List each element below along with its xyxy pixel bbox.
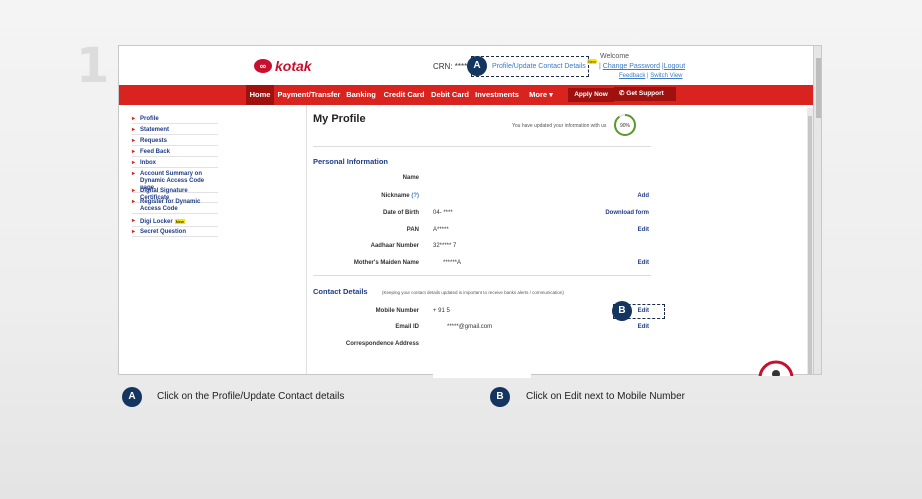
content-scrollbar-thumb[interactable]	[808, 116, 812, 374]
legend-text-b: Click on Edit next to Mobile Number	[526, 391, 685, 402]
personal-info-heading: Personal Information	[313, 157, 389, 166]
sidebar-item-inbox[interactable]: Inbox	[132, 160, 218, 168]
nav-credit-card[interactable]: Credit Card	[382, 85, 426, 105]
mmn-edit-link[interactable]: Edit	[569, 260, 649, 266]
site-header: ∞ kotak CRN: ***** Profile/Update Contac…	[119, 46, 813, 85]
phone-icon: ✆	[619, 90, 625, 97]
page-title: My Profile	[313, 113, 366, 125]
sidebar-item-requests[interactable]: Requests	[132, 138, 218, 146]
sidebar-item-feedback[interactable]: Feed Back	[132, 149, 218, 157]
email-value: *****@gmail.com	[447, 324, 493, 330]
kotak-logo-icon: ∞	[254, 59, 272, 73]
nav-home[interactable]: Home	[246, 85, 274, 105]
crn-label: CRN: *****	[433, 62, 471, 71]
get-support-label: Get Support	[626, 90, 664, 97]
nickname-help-icon[interactable]: (?)	[411, 193, 419, 199]
divider	[313, 146, 651, 147]
divider	[313, 275, 651, 276]
logout-link[interactable]: Logout	[664, 63, 685, 70]
account-links: | Change Password |Logout	[599, 63, 686, 70]
nickname-label-text: Nickname	[381, 193, 410, 199]
legend-badge-a: A	[122, 387, 142, 407]
get-support-button[interactable]: ✆ Get Support	[614, 87, 676, 101]
sidebar-item-profile[interactable]: Profile	[132, 116, 218, 124]
frame-gap	[433, 372, 531, 378]
legend-badge-b: B	[490, 387, 510, 407]
correspondence-address-label: Correspondence Address	[345, 341, 419, 347]
legend-text-a: Click on the Profile/Update Contact deta…	[157, 391, 345, 402]
nickname-add-link[interactable]: Add	[569, 193, 649, 199]
email-edit-link[interactable]: Edit	[569, 324, 649, 330]
profile-completion-gauge: 90%	[614, 114, 636, 136]
mobile-number-label: Mobile Number	[375, 308, 419, 314]
nav-investments[interactable]: Investments	[474, 85, 520, 105]
nav-more[interactable]: More ▾	[524, 85, 558, 105]
progress-percent: 90%	[620, 123, 631, 129]
callout-badge-a: A	[467, 56, 487, 76]
step-number: 1	[76, 38, 110, 94]
switch-view-link[interactable]: Switch View	[650, 73, 682, 79]
pan-label: PAN	[406, 227, 419, 233]
sidebar-item-statement[interactable]: Statement	[132, 127, 218, 135]
new-badge: New	[174, 219, 185, 224]
kotak-logo[interactable]: ∞ kotak	[254, 58, 312, 74]
dob-label: Date of Birth	[383, 210, 419, 216]
browser-screenshot: ∞ kotak CRN: ***** Profile/Update Contac…	[118, 45, 822, 375]
mothers-maiden-name-value: ******A	[443, 260, 462, 266]
email-label: Email ID	[395, 324, 419, 330]
contact-details-note: (Keeping your contact details updated is…	[382, 290, 564, 295]
welcome-text: Welcome	[600, 53, 630, 60]
pan-value: A*****	[433, 227, 449, 233]
digi-locker-label: Digi Locker	[140, 219, 173, 225]
aadhaar-value: 32***** 7	[433, 243, 457, 249]
nickname-label: Nickname (?)	[309, 193, 419, 199]
profile-completion-text: You have updated your information with u…	[512, 123, 607, 129]
mothers-maiden-name-label: Mother's Maiden Name	[353, 260, 419, 266]
callout-badge-b: B	[612, 301, 632, 321]
aadhaar-label: Aadhaar Number	[370, 243, 419, 249]
pan-edit-link[interactable]: Edit	[569, 227, 649, 233]
profile-update-link[interactable]: Profile/Update Contact Details	[492, 63, 586, 70]
download-form-link[interactable]: Download form	[569, 210, 649, 216]
feedback-links: Feedback | Switch View	[619, 73, 683, 79]
sidebar-item-register-dac[interactable]: Register for Dynamic Access Code	[132, 199, 218, 214]
nav-debit-card[interactable]: Debit Card	[430, 85, 470, 105]
apply-now-button[interactable]: Apply Now	[568, 88, 614, 102]
name-label: Name	[402, 175, 419, 181]
sidebar-item-digi-locker[interactable]: Digi LockerNew	[132, 218, 218, 227]
nav-banking[interactable]: Banking	[344, 85, 378, 105]
change-password-link[interactable]: Change Password	[603, 63, 660, 70]
main-nav: Home Payment/Transfer Banking Credit Car…	[119, 85, 813, 105]
nav-payment-transfer[interactable]: Payment/Transfer	[277, 85, 341, 105]
dob-value: 04- ****	[433, 210, 453, 216]
page-scrollbar-thumb[interactable]	[816, 58, 821, 118]
profile-sidebar: Profile Statement Requests Feed Back Inb…	[119, 105, 307, 374]
mobile-number-value: + 91 5	[433, 308, 450, 314]
contact-details-heading: Contact Details	[313, 287, 368, 296]
logo-text: kotak	[275, 58, 312, 74]
profile-update-link-highlight[interactable]: Profile/Update Contact Details	[471, 56, 589, 77]
new-badge: New	[587, 59, 598, 64]
feedback-link[interactable]: Feedback	[619, 73, 645, 79]
chat-help-icon[interactable]	[758, 360, 794, 376]
sidebar-item-secret-question[interactable]: Secret Question	[132, 229, 218, 237]
